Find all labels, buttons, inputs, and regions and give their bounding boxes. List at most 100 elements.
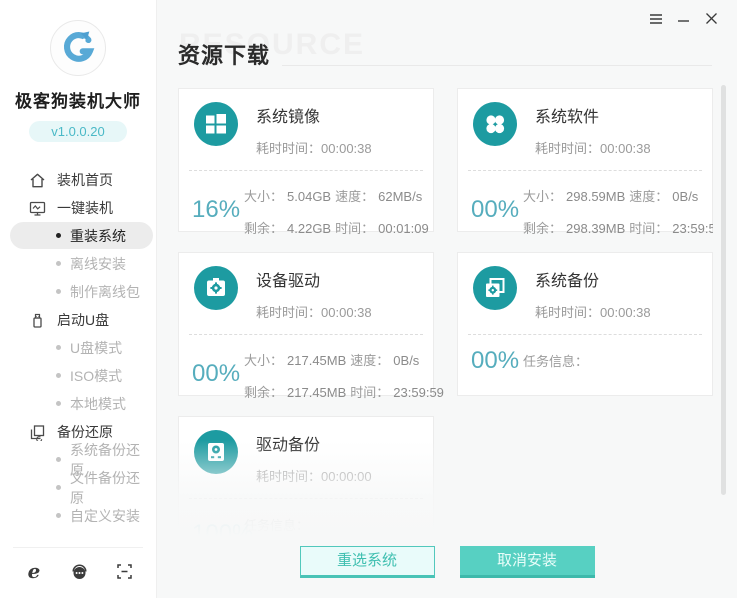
version-badge: v1.0.0.20 [29, 121, 127, 142]
backup-gear-icon [473, 266, 517, 310]
bullet-icon [56, 457, 61, 462]
backup-icon [28, 423, 46, 441]
scrollbar[interactable] [721, 85, 726, 495]
card-title: 设备驱动 [256, 273, 321, 290]
minimize-icon[interactable] [676, 11, 691, 26]
bullet-icon [56, 345, 61, 350]
card-system-image: 系统镜像 耗时时间：00:00:38 16% 大小： 5.04GB 速度： 62MB… [178, 88, 434, 236]
elapsed-time: 耗时时间：00:00:38 [256, 141, 372, 156]
sidebar-item-file-backup-restore[interactable]: 文件备份还原 [10, 470, 153, 506]
card-title: 系统软件 [535, 109, 600, 126]
sidebar-item-label: 制作离线包 [70, 283, 140, 300]
bullet-icon [56, 485, 61, 490]
sidebar-item-label: U盘模式 [70, 339, 123, 356]
progress-percent: 100% [192, 520, 254, 538]
card-title: 系统镜像 [256, 109, 321, 126]
progress-percent: 16% [192, 196, 241, 223]
stats-grid: 大小： 5.04GB 速度： 62MB/s 剩余： 4.22GB 时间： 00:01:0… [244, 183, 429, 237]
stat-speed: 速度： 0B/s [350, 353, 420, 368]
progress-percent: 00% [192, 360, 241, 387]
bullet-icon [56, 233, 61, 238]
windows-icon [194, 102, 238, 146]
elapsed-time: 耗时时间：00:00:38 [535, 141, 651, 156]
sidebar-item-one-key-install[interactable]: 一键装机 [0, 194, 156, 222]
sidebar-item-label: ISO模式 [70, 367, 123, 384]
card-system-software: 系统软件 耗时时间：00:00:38 00% 大小： 298.59MB 速度： 0B… [457, 88, 713, 236]
sidebar-menu: 装机首页 一键装机 重装系统 离线安装 制作离线包 启动U盘 U盘模式 ISO模… [0, 166, 156, 530]
progress-percent: 00% [471, 196, 520, 223]
card-system-backup: 系统备份 耗时时间：00:00:38 00% 任务信息： [457, 252, 713, 396]
browser-icon[interactable]: e [24, 561, 44, 581]
card-device-driver: 设备驱动 耗时时间：00:00:38 00% 大小： 217.45MB 速度： 0B… [178, 252, 444, 400]
sidebar-item-label: 重装系统 [70, 227, 126, 244]
stat-size: 大小： 5.04GB [244, 189, 332, 204]
driver-gear-icon [194, 266, 238, 310]
sidebar-item-reinstall-system[interactable]: 重装系统 [10, 222, 153, 249]
support-headset-icon[interactable] [69, 561, 89, 581]
bullet-icon [56, 261, 61, 266]
bullet-icon [56, 373, 61, 378]
sidebar-item-label: 装机首页 [57, 172, 113, 188]
sidebar-item-iso-mode[interactable]: ISO模式 [10, 362, 153, 389]
sidebar: 极客狗装机大师 v1.0.0.20 装机首页 一键装机 重装系统 离线安装 制作… [0, 0, 157, 598]
task-info-label: 任务信息： [244, 518, 310, 533]
sidebar-item-label: 文件备份还原 [70, 469, 140, 506]
stat-time: 时间： 00:01:09 [335, 221, 429, 236]
home-icon [28, 171, 46, 189]
stats-grid: 大小： 217.45MB 速度： 0B/s 剩余： 217.45MB 时间： 23:59… [244, 347, 444, 401]
stat-size: 大小： 298.59MB [523, 189, 626, 204]
progress-percent: 00% [471, 347, 520, 374]
app-name: 极客狗装机大师 [15, 92, 141, 111]
card-title: 系统备份 [535, 273, 600, 290]
card-title: 驱动备份 [256, 437, 321, 454]
monitor-icon [28, 199, 46, 217]
sidebar-item-label: 本地模式 [70, 395, 126, 412]
disk-icon [194, 430, 238, 474]
elapsed-time: 耗时时间：00:00:38 [256, 305, 372, 320]
sidebar-item-offline-install[interactable]: 离线安装 [10, 250, 153, 277]
stat-remaining: 剩余： 217.45MB [244, 385, 347, 400]
sidebar-item-custom-install[interactable]: 自定义安装 [10, 502, 153, 529]
cancel-install-button[interactable]: 取消安装 [459, 546, 595, 578]
elapsed-time: 耗时时间：00:00:00 [256, 469, 372, 484]
elapsed-time: 耗时时间：00:00:38 [535, 305, 651, 320]
menu-icon[interactable] [648, 11, 663, 26]
reselect-system-button[interactable]: 重选系统 [299, 546, 435, 578]
main-panel: RESOURCE 资源下载 系统镜像 耗时时间：00:00:38 16% 大小：… [157, 0, 737, 598]
stat-speed: 速度： 0B/s [629, 189, 699, 204]
stat-time: 时间：23:59:59 [350, 385, 444, 400]
sidebar-item-boot-usb[interactable]: 启动U盘 [0, 306, 156, 334]
sidebar-item-usb-mode[interactable]: U盘模式 [10, 334, 153, 361]
stat-remaining: 剩余： 298.39MB [523, 221, 626, 236]
task-info-label: 任务信息： [523, 354, 589, 369]
sidebar-item-label: 自定义安装 [70, 507, 140, 524]
bullet-icon [56, 513, 61, 518]
card-driver-backup: 驱动备份 耗时时间：00:00:00 100% 任务信息： [178, 416, 434, 538]
stat-speed: 速度： 62MB/s [335, 189, 423, 204]
stat-time: 时间：23:59:59 [629, 221, 713, 236]
sidebar-item-local-mode[interactable]: 本地模式 [10, 390, 153, 417]
app-window: 极客狗装机大师 v1.0.0.20 装机首页 一键装机 重装系统 离线安装 制作… [0, 0, 737, 598]
sidebar-item-install-home[interactable]: 装机首页 [0, 166, 156, 194]
sidebar-item-label: 启动U盘 [57, 312, 110, 328]
app-logo [50, 20, 106, 76]
bullet-icon [56, 401, 61, 406]
close-icon[interactable] [704, 11, 719, 26]
sidebar-item-label: 一键装机 [57, 200, 113, 216]
cards-area: 系统镜像 耗时时间：00:00:38 16% 大小： 5.04GB 速度： 62MB… [178, 88, 713, 538]
dog-logo-icon [64, 31, 95, 62]
title-rule [282, 65, 712, 66]
page-header: RESOURCE 资源下载 [178, 26, 712, 70]
window-controls [648, 11, 719, 26]
stat-remaining: 剩余： 4.22GB [244, 221, 332, 236]
bullet-icon [56, 289, 61, 294]
action-bar: 重选系统 取消安装 [157, 546, 737, 578]
sidebar-item-make-offline-package[interactable]: 制作离线包 [10, 278, 153, 305]
stat-size: 大小： 217.45MB [244, 353, 347, 368]
apps-icon [473, 102, 517, 146]
scan-icon[interactable] [114, 561, 134, 581]
usb-icon [28, 311, 46, 329]
sidebar-item-label: 离线安装 [70, 255, 126, 272]
sidebar-footer: e [0, 547, 156, 598]
stats-grid: 大小： 298.59MB 速度： 0B/s 剩余： 298.39MB 时间： 23:59… [523, 183, 713, 237]
